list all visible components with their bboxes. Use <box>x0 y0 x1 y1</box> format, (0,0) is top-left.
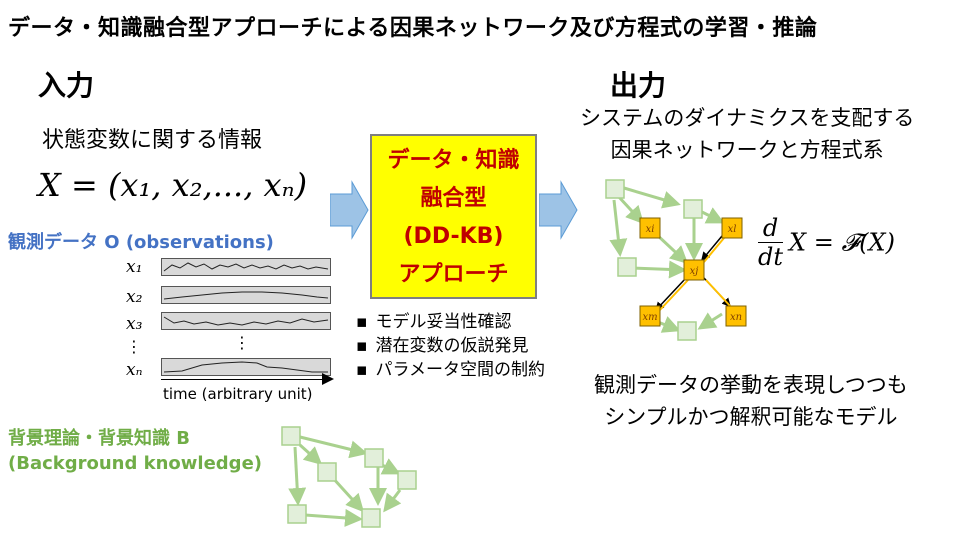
time-axis <box>161 379 331 380</box>
output-summary-line1: 観測データの挙動を表現しつつも <box>594 373 908 397</box>
network-node <box>361 508 381 528</box>
approach-line: データ・知識 <box>387 148 520 173</box>
output-summary: 観測データの挙動を表現しつつも シンプルかつ解釈可能なモデル <box>594 369 908 433</box>
timeseries-strip <box>161 258 331 276</box>
state-info-text: 状態変数に関する情報 <box>42 128 263 153</box>
approach-bullets: モデル妥当性確認 潜在変数の仮説発見 パラメータ空間の制約 <box>356 310 546 382</box>
background-knowledge-label: 背景理論・背景知識 B (Background knowledge) <box>8 426 262 476</box>
background-network <box>281 426 417 528</box>
node-label: xi <box>646 224 655 235</box>
page-title: データ・知識融合型アプローチによる因果ネットワーク及び方程式の学習・推論 <box>8 16 818 41</box>
network-node <box>281 426 301 446</box>
equation-rest: X = 𝓕(X) <box>789 228 895 257</box>
vertical-ellipsis: ⋮ <box>126 337 142 356</box>
network-node <box>605 179 625 199</box>
network-node <box>683 199 703 219</box>
variable-label: xₙ <box>126 360 143 380</box>
node-label: xn <box>730 312 742 323</box>
approach-line: 融合型 <box>420 186 487 211</box>
output-summary-line2: シンプルかつ解釈可能なモデル <box>604 405 898 429</box>
background-label-line2: (Background knowledge) <box>8 453 263 474</box>
vertical-ellipsis: ⋮ <box>234 333 250 352</box>
time-arrowhead <box>322 373 334 385</box>
variable-label: x₁ <box>126 257 143 277</box>
network-node <box>364 448 384 468</box>
bullet-item: パラメータ空間の制約 <box>356 358 546 382</box>
network-node <box>317 462 337 482</box>
time-axis-label: time (arbitrary unit) <box>163 385 313 403</box>
equation-denominator: dt <box>758 243 784 271</box>
variable-label: x₂ <box>126 287 143 307</box>
node-label: xl <box>728 224 737 235</box>
network-node <box>397 470 417 490</box>
node-label: xm <box>642 312 657 323</box>
network-node <box>677 321 697 341</box>
approach-box: データ・知識 融合型 (DD-KB) アプローチ <box>370 134 537 299</box>
state-formula: X = (x₁, x₂,..., xₙ) <box>38 166 308 204</box>
governing-equation: d dt X = 𝓕(X) <box>758 214 895 271</box>
background-label-line1: 背景理論・背景知識 B <box>8 428 190 449</box>
output-heading: 出力 <box>610 69 667 102</box>
output-arrow <box>539 180 578 240</box>
node-label: xj <box>690 266 699 277</box>
input-arrow <box>330 180 369 240</box>
bullet-item: 潜在変数の仮説発見 <box>356 334 545 358</box>
timeseries-strip <box>161 358 331 376</box>
network-node <box>287 504 307 524</box>
output-description: システムのダイナミクスを支配する 因果ネットワークと方程式系 <box>580 102 914 166</box>
observations-label: 観測データ O (observations) <box>8 232 274 253</box>
output-description-line1: システムのダイナミクスを支配する <box>580 106 915 130</box>
timeseries-strip <box>161 312 331 330</box>
output-description-line2: 因果ネットワークと方程式系 <box>610 138 884 162</box>
bullet-item: モデル妥当性確認 <box>356 310 545 334</box>
equation-numerator: d <box>758 214 784 243</box>
timeseries-strip <box>161 286 331 304</box>
input-heading: 入力 <box>38 69 95 102</box>
approach-line: (DD-KB) <box>403 224 504 249</box>
causal-network: xi xl xj xm xn <box>605 179 747 341</box>
network-node <box>617 257 637 277</box>
variable-label: x₃ <box>126 314 143 334</box>
approach-line: アプローチ <box>398 262 509 287</box>
